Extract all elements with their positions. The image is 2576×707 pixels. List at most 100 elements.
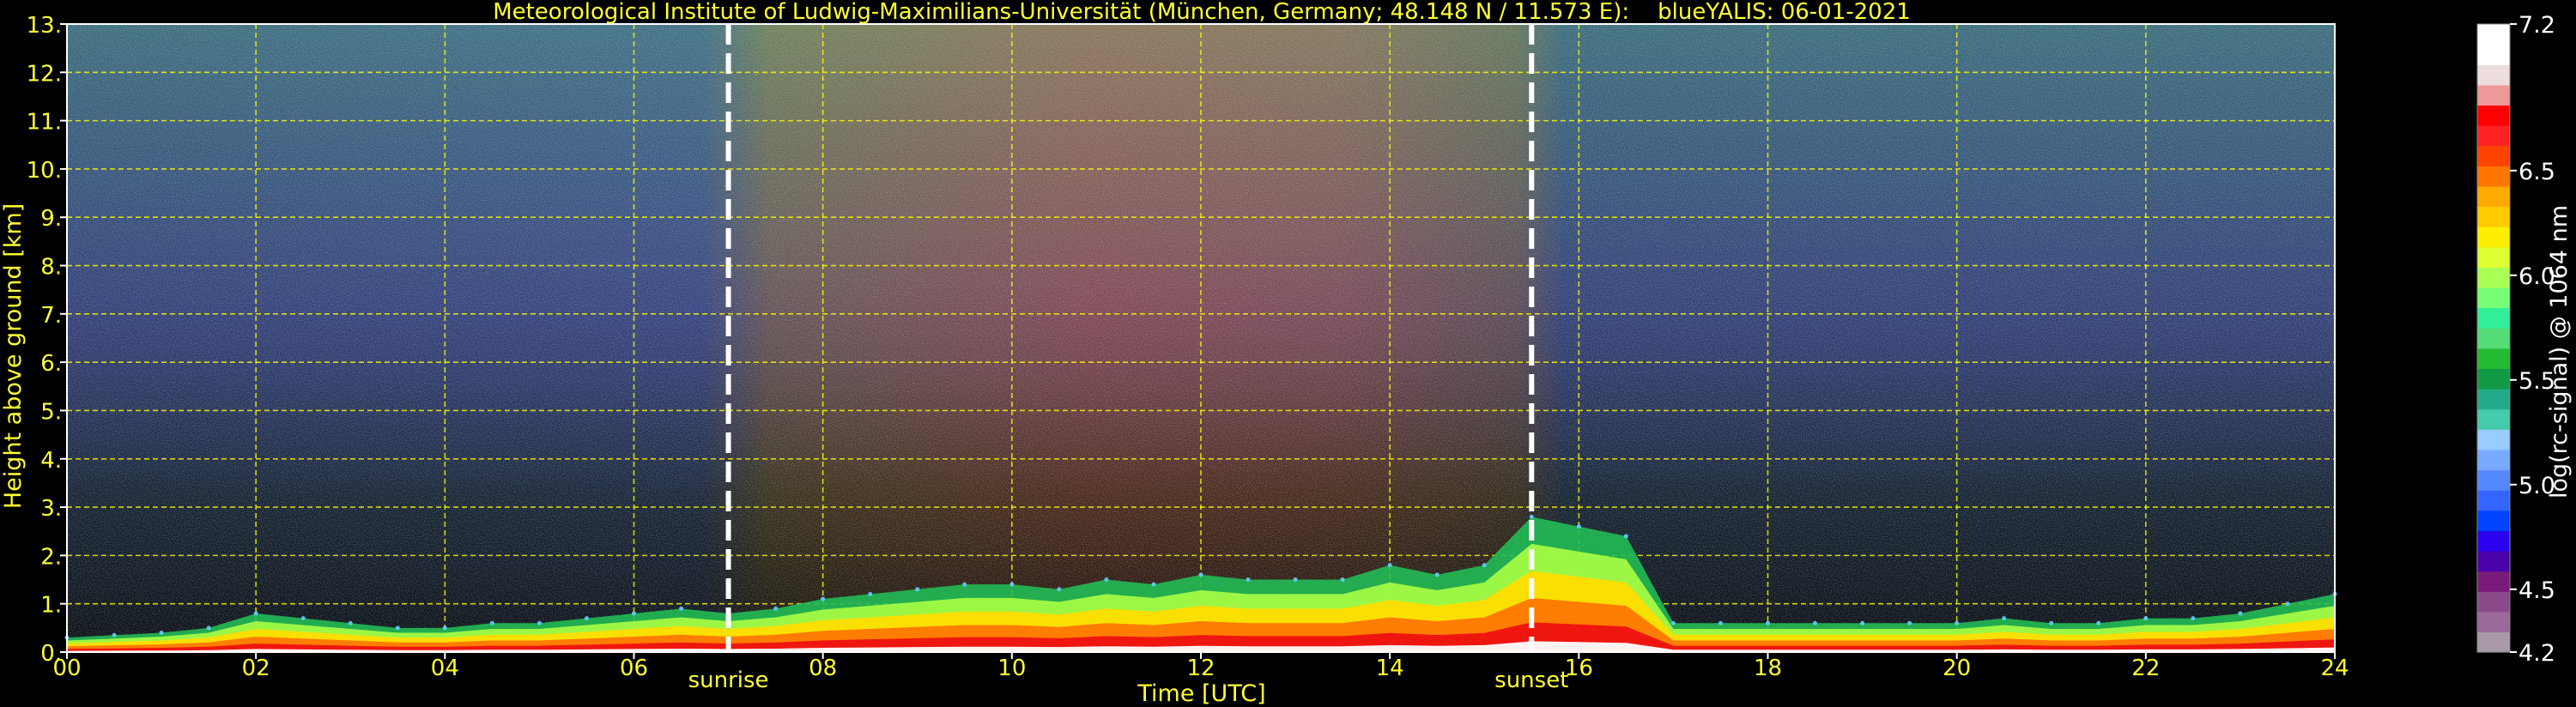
colorbar-segment — [2477, 166, 2510, 187]
boundary-point — [1340, 577, 1345, 583]
colorbar-segment — [2477, 530, 2510, 552]
boundary-point — [112, 632, 117, 638]
boundary-point — [300, 616, 306, 621]
boundary-point — [1198, 572, 1203, 577]
y-axis-label: Height above ground [km] — [0, 203, 27, 509]
colorbar-segment — [2477, 510, 2510, 531]
colorbar-segment — [2477, 246, 2510, 268]
colorbar-tick-label: 6.5 — [2518, 159, 2555, 185]
y-tick-label: 9. — [40, 206, 62, 232]
x-tick-label: 24 — [2320, 656, 2349, 681]
colorbar-segment — [2477, 449, 2510, 471]
boundary-point — [679, 606, 684, 611]
boundary-point — [2143, 616, 2149, 621]
boundary-point — [632, 611, 636, 616]
colorbar-segment — [2477, 267, 2510, 288]
colorbar-segment — [2477, 571, 2510, 592]
x-tick-label: 18 — [1754, 656, 1782, 681]
boundary-point — [962, 582, 967, 587]
boundary-point — [395, 625, 400, 631]
sunset-label: sunset — [1494, 668, 1568, 693]
colorbar-segment — [2477, 368, 2510, 390]
x-tick-label: 22 — [2131, 656, 2160, 681]
boundary-point — [206, 625, 211, 631]
x-tick-label: 16 — [1565, 656, 1593, 681]
colorbar-segment — [2477, 328, 2510, 349]
y-tick-label: 7. — [40, 303, 62, 329]
boundary-point — [159, 630, 164, 635]
colorbar-segment — [2477, 145, 2510, 166]
colorbar-segment — [2477, 611, 2510, 632]
boundary-point — [1434, 572, 1440, 577]
x-tick-label: 14 — [1376, 656, 1404, 681]
colorbar-segment — [2477, 469, 2510, 491]
colorbar-segment — [2477, 84, 2510, 106]
y-tick-label: 4. — [40, 448, 62, 474]
x-tick-label: 12 — [1186, 656, 1215, 681]
colorbar-segment — [2477, 287, 2510, 309]
boundary-point — [1387, 563, 1392, 568]
colorbar-segment — [2477, 227, 2510, 248]
boundary-point — [2191, 616, 2196, 621]
boundary-point — [1529, 514, 1534, 519]
y-tick-label: 2. — [40, 544, 62, 570]
y-tick-label: 1. — [40, 593, 62, 619]
boundary-point — [915, 587, 920, 592]
boundary-point — [1860, 620, 1865, 625]
y-tick-label: 6. — [40, 351, 62, 377]
x-tick-label: 20 — [1943, 656, 1971, 681]
colorbar-segment — [2477, 125, 2510, 147]
colorbar-tick-label: 4.5 — [2518, 577, 2555, 604]
boundary-point — [1623, 534, 1628, 539]
x-tick-label: 02 — [242, 656, 270, 681]
y-tick-label: 10. — [27, 158, 62, 184]
colorbar-segment — [2477, 389, 2510, 410]
boundary-point — [1104, 577, 1109, 583]
boundary-point — [1718, 620, 1723, 625]
colorbar-segment — [2477, 347, 2510, 370]
colorbar-segment — [2477, 44, 2510, 65]
y-tick-label: 13. — [27, 13, 62, 39]
colorbar-label: log(rc-signal) @ 1064 nm — [2546, 205, 2573, 499]
colorbar-segment — [2477, 408, 2510, 430]
boundary-point — [1955, 620, 1960, 625]
colorbar-tick-label: 7.2 — [2518, 12, 2555, 39]
boundary-point — [1813, 620, 1818, 625]
boundary-point — [1293, 577, 1298, 583]
x-axis-label: Time [UTC] — [1136, 680, 1265, 707]
boundary-point — [1670, 620, 1676, 625]
chart-title: Meteorological Institute of Ludwig-Maxim… — [493, 0, 1911, 25]
colorbar-segment — [2477, 591, 2510, 613]
sunrise-label: sunrise — [688, 668, 769, 693]
x-tick-label: 10 — [997, 656, 1026, 681]
colorbar-segment — [2477, 206, 2510, 227]
boundary-point — [348, 620, 353, 625]
colorbar: 4.24.55.05.56.06.57.2 — [2476, 12, 2555, 667]
boundary-point — [584, 616, 589, 621]
lidar-chart: sunrise sunset 00 02 04 06 08 10 12 14 16 18 20 22 24… — [0, 0, 2573, 707]
y-tick-label: 3. — [40, 496, 62, 522]
boundary-point — [1057, 587, 1062, 592]
x-tick-label: 06 — [620, 656, 648, 681]
boundary-point — [536, 620, 542, 625]
boundary-point — [821, 596, 826, 601]
boundary-point — [1907, 620, 1912, 625]
y-tick-label: 12. — [27, 61, 62, 87]
colorbar-segment — [2477, 631, 2510, 653]
colorbar-segment — [2477, 307, 2510, 329]
boundary-point — [253, 611, 258, 616]
colorbar-segment — [2477, 24, 2510, 45]
colorbar-segment — [2477, 490, 2510, 511]
colorbar-segment — [2477, 64, 2510, 86]
y-tick-label: 11. — [27, 110, 62, 136]
boundary-point — [2049, 620, 2054, 625]
y-tick-label: 5. — [40, 399, 62, 425]
boundary-point — [1151, 582, 1156, 587]
boundary-point — [2238, 611, 2243, 616]
boundary-point — [489, 620, 494, 625]
boundary-point — [1246, 577, 1251, 583]
boundary-point — [868, 591, 873, 596]
colorbar-segment — [2477, 429, 2510, 450]
x-tick-label: 08 — [809, 656, 837, 681]
boundary-point — [773, 606, 779, 611]
